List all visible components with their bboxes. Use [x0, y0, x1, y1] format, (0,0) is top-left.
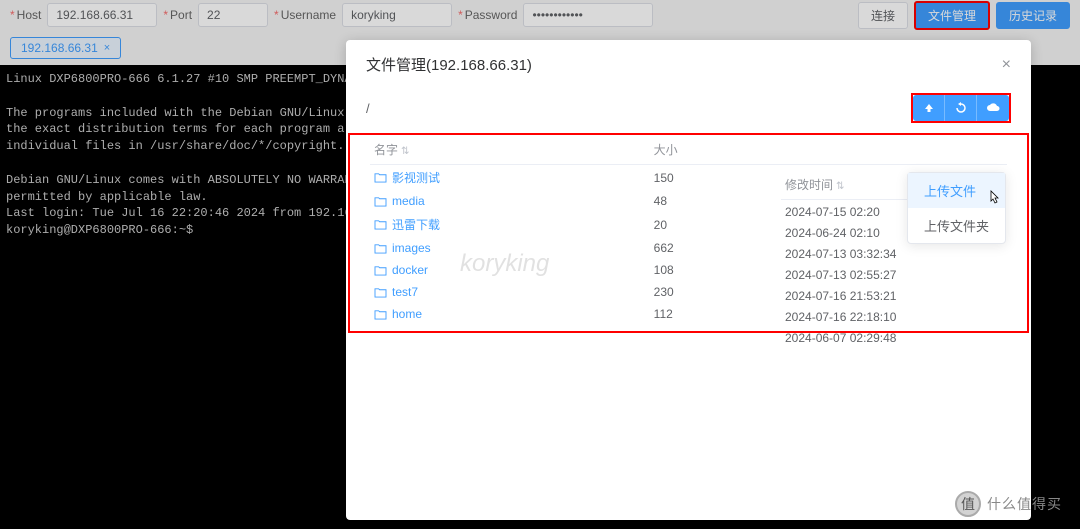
file-time: 2024-06-07 02:29:48 [781, 326, 1001, 347]
refresh-icon [955, 102, 967, 114]
folder-icon [374, 309, 387, 320]
file-time: 2024-07-13 02:55:27 [781, 263, 1001, 284]
folder-icon [374, 265, 387, 276]
modal-title: 文件管理(192.168.66.31) [366, 54, 532, 75]
folder-name[interactable]: images [374, 241, 646, 255]
cloud-upload-icon [986, 103, 1000, 113]
current-path: / [366, 101, 370, 116]
upload-folder-option[interactable]: 上传文件夹 [908, 208, 1005, 243]
folder-name[interactable]: 影视测试 [374, 169, 646, 186]
upload-button[interactable] [977, 95, 1009, 121]
file-toolbar: / [346, 89, 1031, 133]
folder-icon [374, 196, 387, 207]
toolbar-button-group [911, 93, 1011, 123]
folder-name[interactable]: media [374, 194, 646, 208]
logo-text: 什么值得买 [987, 494, 1062, 514]
go-up-button[interactable] [913, 95, 945, 121]
logo-icon: 值 [955, 491, 981, 517]
file-manager-modal: 文件管理(192.168.66.31) × / 名字⇅ 大小 [346, 40, 1031, 520]
folder-icon [374, 287, 387, 298]
sort-icon: ⇅ [401, 146, 409, 157]
folder-icon [374, 219, 387, 230]
modal-close-icon[interactable]: × [1002, 56, 1011, 74]
folder-name[interactable]: docker [374, 263, 646, 277]
folder-name[interactable]: 迅雷下载 [374, 216, 646, 233]
folder-name[interactable]: test7 [374, 285, 646, 299]
folder-name[interactable]: home [374, 307, 646, 321]
cursor-pointer-icon [987, 190, 1001, 209]
sort-icon: ⇅ [836, 181, 844, 192]
folder-icon [374, 243, 387, 254]
modal-header: 文件管理(192.168.66.31) × [346, 40, 1031, 89]
arrow-up-icon [923, 102, 935, 114]
folder-icon [374, 172, 387, 183]
column-size-header[interactable]: 大小 [650, 135, 1007, 165]
file-time: 2024-07-16 22:18:10 [781, 305, 1001, 326]
file-time: 2024-07-16 21:53:21 [781, 284, 1001, 305]
column-name-header[interactable]: 名字⇅ [370, 135, 650, 165]
site-logo: 值 什么值得买 [955, 491, 1062, 517]
refresh-button[interactable] [945, 95, 977, 121]
file-time: 2024-07-13 03:32:34 [781, 242, 1001, 263]
